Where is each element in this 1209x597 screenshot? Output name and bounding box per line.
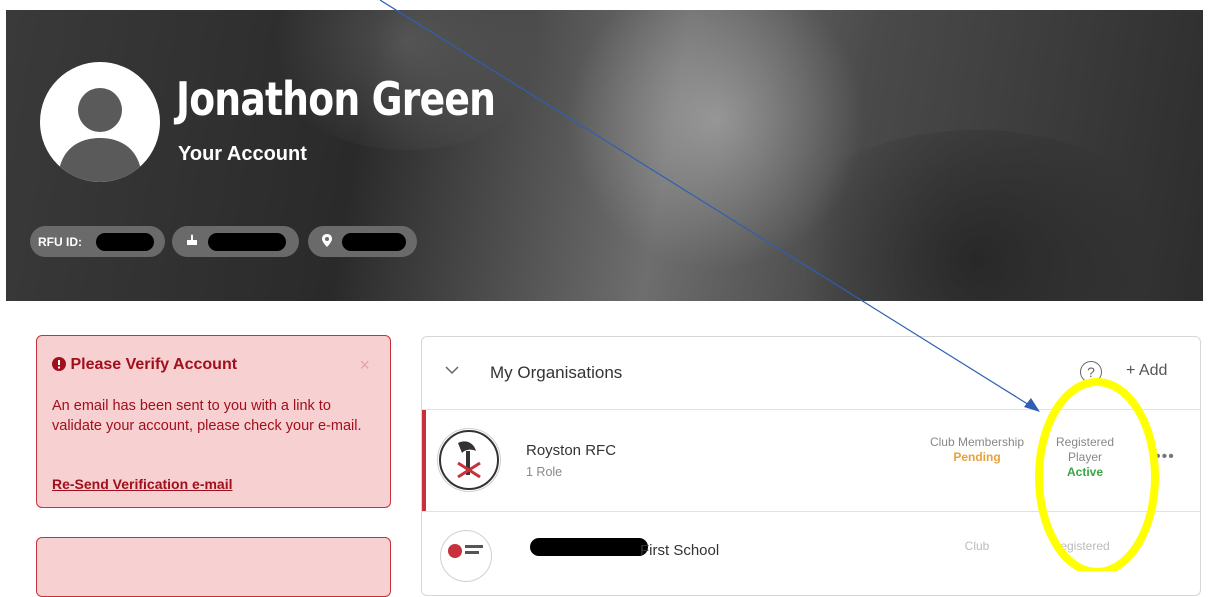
chevron-down-icon[interactable] [445,357,459,383]
verify-account-alert: Please Verify Account × An email has bee… [36,335,391,508]
close-icon[interactable]: × [359,355,370,376]
alert-message: An email has been sent to you with a lin… [52,398,362,434]
club-membership-status: Club [927,539,1027,554]
birthday-pill [172,226,299,257]
role-count: 1 Role [526,465,563,479]
cake-icon [186,234,198,249]
help-icon[interactable]: ? [1080,361,1102,383]
organisation-name[interactable]: First School [640,542,719,559]
rfu-id-pill: RFU ID: [30,226,165,257]
status-label: Registered Player [1055,435,1115,464]
status-label: egistered [1060,539,1110,553]
registered-player-status: Registered Player Active [1045,435,1125,480]
redacted-value [208,233,286,251]
panel-title: My Organisations [490,363,623,382]
alert-title: Please Verify Account [52,356,237,374]
list-item[interactable]: Royston RFC 1 Role Club Membership Pendi… [422,410,1200,512]
more-options-icon[interactable]: ••• [1155,448,1175,466]
alert-title-text: Please Verify Account [70,356,238,373]
list-item[interactable]: First School Club egistered [422,512,1200,595]
profile-name: Jonathon Green [176,72,496,126]
second-alert-card [36,537,391,597]
redacted-value [530,538,648,556]
redacted-value [342,233,406,251]
organisations-panel: My Organisations ? + Add Royston RFC 1 R… [421,336,1201,596]
club-logo [440,530,492,582]
organisation-name[interactable]: Royston RFC [526,442,616,459]
status-label: Club Membership [929,435,1025,449]
avatar[interactable] [40,62,160,182]
status-badge: Pending [953,450,1001,464]
rfu-id-label: RFU ID: [38,234,82,249]
club-membership-status: Club Membership Pending [927,435,1027,465]
resend-verification-link[interactable]: Re-Send Verification e-mail [52,476,233,492]
status-label: Club [964,539,990,553]
location-pill [308,226,417,257]
registered-player-status: egistered [1045,539,1125,554]
page-subtitle: Your Account [178,143,307,165]
status-badge: Active [1066,465,1104,479]
map-pin-icon [322,233,332,250]
redacted-value [96,233,154,251]
user-silhouette-icon [58,88,142,182]
club-logo [437,428,501,492]
exclamation-circle-icon [52,357,66,371]
add-organisation-button[interactable]: + Add [1126,362,1167,380]
panel-header: My Organisations ? + Add [422,337,1200,410]
selected-accent-bar [422,410,426,511]
